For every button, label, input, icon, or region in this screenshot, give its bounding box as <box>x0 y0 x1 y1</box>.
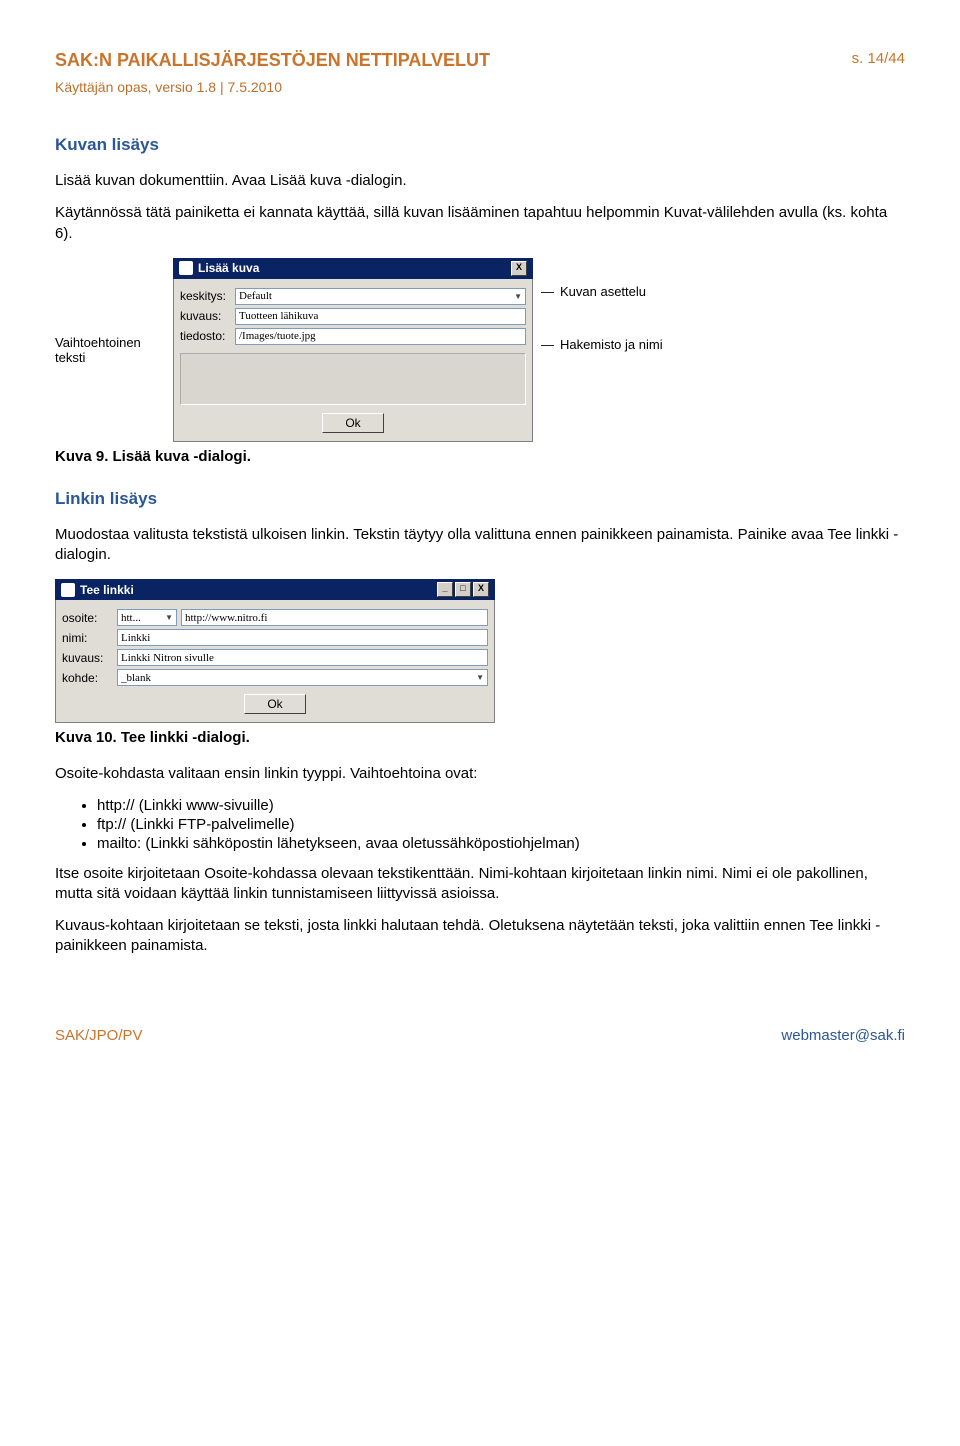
preview-area <box>180 353 526 405</box>
list-item: mailto: (Linkki sähköpostin lähetykseen,… <box>97 835 905 852</box>
tiedosto-input[interactable] <box>235 328 526 345</box>
para: Käytännössä tätä painiketta ei kannata k… <box>55 203 905 244</box>
ok-button[interactable]: Ok <box>322 413 384 433</box>
list-item: ftp:// (Linkki FTP-palvelimelle) <box>97 816 905 833</box>
osoite-scheme-combo[interactable]: htt... ▼ <box>117 609 177 626</box>
nimi-input[interactable] <box>117 629 488 646</box>
annotation-left: Vaihtoehtoinen teksti <box>55 335 165 365</box>
figure-9-caption: Kuva 9. Lisää kuva -dialogi. <box>55 448 905 465</box>
kohde-combo[interactable]: _blank ▼ <box>117 669 488 686</box>
section-linkin-lisays: Linkin lisäys <box>55 489 905 509</box>
figure-10-caption: Kuva 10. Tee linkki -dialogi. <box>55 729 905 746</box>
keskitys-combo[interactable]: Default ▼ <box>235 288 526 305</box>
kohde-label: kohde: <box>62 671 117 685</box>
figure-10: Tee linkki _ □ X osoite: htt... ▼ nimi: <box>55 579 495 723</box>
minimize-icon[interactable]: _ <box>437 582 453 597</box>
maximize-icon[interactable]: □ <box>455 582 471 597</box>
page-number: s. 14/44 <box>852 50 905 67</box>
doc-title: SAK:N PAIKALLISJÄRJESTÖJEN NETTIPALVELUT <box>55 50 905 71</box>
close-icon[interactable]: X <box>473 582 489 597</box>
kohde-value: _blank <box>121 672 151 684</box>
kuvaus-label: kuvaus: <box>180 309 235 323</box>
keskitys-value: Default <box>239 290 272 302</box>
para: Muodostaa valitusta tekstistä ulkoisen l… <box>55 525 905 566</box>
lisaa-kuva-dialog: Lisää kuva X keskitys: Default ▼ kuvaus: <box>173 258 533 442</box>
annotation-hakemisto: Hakemisto ja nimi <box>541 337 691 352</box>
para: Itse osoite kirjoitetaan Osoite-kohdassa… <box>55 864 905 905</box>
kuvaus-label: kuvaus: <box>62 651 117 665</box>
link-types-list: http:// (Linkki www-sivuille) ftp:// (Li… <box>55 797 905 852</box>
keskitys-label: keskitys: <box>180 289 235 303</box>
ok-button[interactable]: Ok <box>244 694 306 714</box>
osoite-input[interactable] <box>181 609 488 626</box>
osoite-label: osoite: <box>62 611 117 625</box>
chevron-down-icon: ▼ <box>514 292 522 301</box>
chevron-down-icon: ▼ <box>165 613 173 622</box>
figure-9: Vaihtoehtoinen teksti Lisää kuva X keski… <box>55 258 905 442</box>
annotation-kuvan-asettelu: Kuvan asettelu <box>541 284 691 299</box>
nimi-label: nimi: <box>62 631 117 645</box>
para: Osoite-kohdasta valitaan ensin linkin ty… <box>55 764 905 784</box>
section-kuvan-lisays: Kuvan lisäys <box>55 135 905 155</box>
list-item: http:// (Linkki www-sivuille) <box>97 797 905 814</box>
para: Lisää kuvan dokumenttiin. Avaa Lisää kuv… <box>55 171 905 191</box>
java-icon <box>179 261 193 275</box>
para: Kuvaus-kohtaan kirjoitetaan se teksti, j… <box>55 916 905 957</box>
doc-subtitle: Käyttäjän opas, versio 1.8 | 7.5.2010 <box>55 79 905 95</box>
tiedosto-label: tiedosto: <box>180 329 235 343</box>
footer-right: webmaster@sak.fi <box>781 1027 905 1044</box>
dialog-title: Lisää kuva <box>198 261 259 275</box>
kuvaus-input[interactable] <box>117 649 488 666</box>
chevron-down-icon: ▼ <box>476 673 484 682</box>
java-icon <box>61 583 75 597</box>
osoite-scheme-value: htt... <box>121 612 141 624</box>
tee-linkki-dialog: Tee linkki _ □ X osoite: htt... ▼ nimi: <box>55 579 495 723</box>
kuvaus-input[interactable] <box>235 308 526 325</box>
dialog-title: Tee linkki <box>80 583 134 597</box>
footer-left: SAK/JPO/PV <box>55 1027 143 1044</box>
close-icon[interactable]: X <box>511 261 527 276</box>
